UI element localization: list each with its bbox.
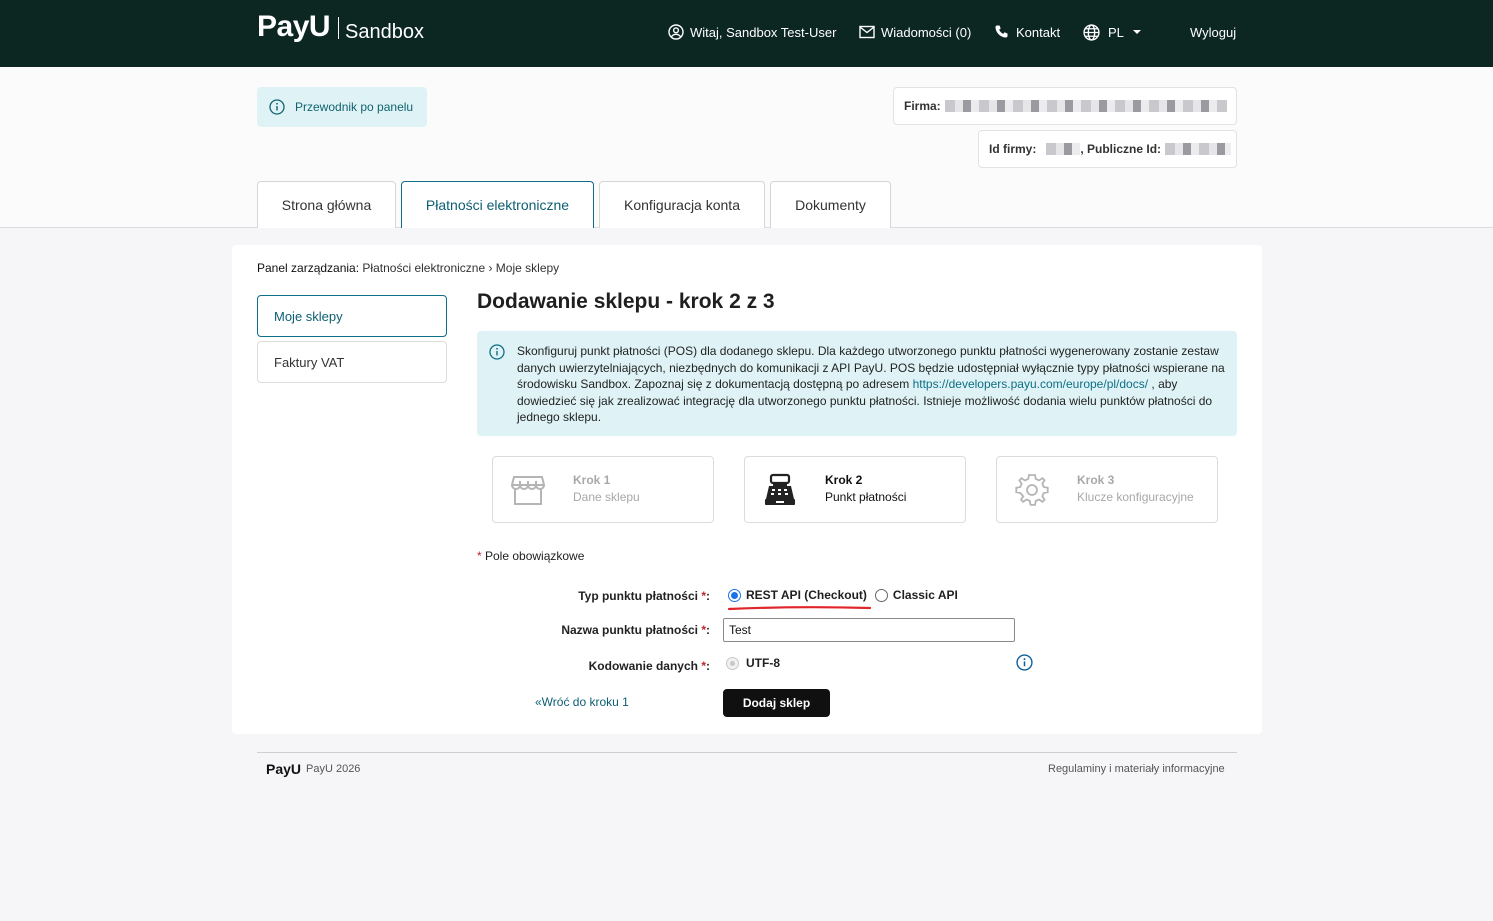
required-fields-note: * Pole obowiązkowe bbox=[477, 549, 584, 563]
user-circle-icon bbox=[668, 24, 684, 40]
company-name-box: Firma: bbox=[893, 87, 1237, 125]
language-selector[interactable]: PL bbox=[1083, 22, 1148, 42]
label-colon: : bbox=[706, 589, 710, 603]
step-2-card: Krok 2 Punkt płatności bbox=[744, 456, 966, 523]
breadcrumb-path[interactable]: Płatności elektroniczne › Moje sklepy bbox=[359, 261, 559, 275]
breadcrumb: Panel zarządzania: Płatności elektronicz… bbox=[257, 261, 559, 275]
logo-separator bbox=[338, 17, 340, 39]
contact-text: Kontakt bbox=[1016, 24, 1061, 40]
logout-link[interactable]: Wyloguj bbox=[1190, 22, 1236, 42]
footer-payu-logo: PayU bbox=[266, 761, 302, 777]
user-welcome[interactable]: Witaj, Sandbox Test-User bbox=[668, 22, 836, 42]
encoding-label: Kodowanie danych *: bbox=[532, 659, 710, 673]
step-3-subtitle: Klucze konfiguracyjne bbox=[1077, 490, 1194, 504]
tab-account-configuration[interactable]: Konfiguracja konta bbox=[599, 181, 765, 228]
company-id-label: Id firmy: bbox=[989, 142, 1037, 156]
sidebar-item-my-shops[interactable]: Moje sklepy bbox=[257, 295, 447, 337]
step-1-subtitle: Dane sklepu bbox=[573, 490, 640, 504]
radio-classic-api-label[interactable]: Classic API bbox=[893, 588, 958, 602]
company-id-redacted bbox=[1046, 143, 1081, 155]
developers-docs-link[interactable]: https://developers.payu.com/europe/pl/do… bbox=[913, 377, 1148, 391]
step-3-card: Krok 3 Klucze konfiguracyjne bbox=[996, 456, 1218, 523]
store-icon bbox=[511, 476, 545, 505]
tab-documents[interactable]: Dokumenty bbox=[770, 181, 891, 228]
main-content-card: Panel zarządzania: Płatności elektronicz… bbox=[232, 245, 1262, 734]
encoding-label-text: Kodowanie danych bbox=[588, 659, 702, 673]
required-note-text: Pole obowiązkowe bbox=[481, 549, 585, 563]
panel-guide-button[interactable]: Przewodnik po panelu bbox=[257, 87, 427, 127]
page-title: Dodawanie sklepu - krok 2 z 3 bbox=[477, 290, 775, 313]
payu-logo-text: PayU bbox=[257, 10, 331, 43]
public-id-label: , Publiczne Id: bbox=[1080, 142, 1162, 156]
breadcrumb-lead: Panel zarządzania: bbox=[257, 261, 360, 275]
main-tabs: Strona główna Płatności elektroniczne Ko… bbox=[257, 181, 896, 228]
info-icon bbox=[269, 99, 285, 115]
envelope-icon bbox=[859, 25, 875, 39]
panel-guide-label: Przewodnik po panelu bbox=[295, 100, 414, 114]
radio-utf8-label: UTF-8 bbox=[746, 656, 780, 670]
tab-electronic-payments[interactable]: Płatności elektroniczne bbox=[401, 181, 594, 228]
pos-name-input[interactable] bbox=[723, 618, 1015, 642]
company-label: Firma: bbox=[904, 99, 941, 113]
payu-sandbox-logo[interactable]: PayU Sandbox bbox=[257, 10, 424, 44]
chevron-down-icon bbox=[1132, 30, 1141, 34]
messages-link[interactable]: Wiadomości (0) bbox=[859, 22, 971, 42]
pos-name-label: Nazwa punktu płatności *: bbox=[532, 623, 710, 637]
public-id-redacted bbox=[1165, 143, 1232, 155]
footer-divider bbox=[257, 752, 1237, 753]
logout-text: Wyloguj bbox=[1190, 24, 1237, 40]
red-underline-annotation bbox=[728, 606, 871, 611]
step-1-card: Krok 1 Dane sklepu bbox=[492, 456, 714, 523]
cash-register-icon bbox=[765, 473, 795, 505]
back-to-step-1-link[interactable]: «Wróć do kroku 1 bbox=[535, 695, 629, 709]
radio-rest-api-label[interactable]: REST API (Checkout) bbox=[746, 588, 867, 602]
encoding-info-icon[interactable] bbox=[1016, 654, 1033, 671]
gear-icon bbox=[1015, 474, 1049, 506]
company-ids-box: Id firmy: , Publiczne Id: bbox=[978, 130, 1237, 168]
contact-link[interactable]: Kontakt bbox=[994, 22, 1060, 42]
sandbox-label: Sandbox bbox=[345, 21, 425, 43]
pos-type-radio-group: REST API (Checkout) Classic API bbox=[728, 588, 958, 602]
step-1-title: Krok 1 bbox=[573, 473, 611, 487]
company-name-redacted bbox=[944, 100, 1227, 112]
sidebar-item-vat-invoices[interactable]: Faktury VAT bbox=[257, 341, 447, 383]
add-shop-button[interactable]: Dodaj sklep bbox=[723, 689, 830, 717]
radio-classic-api[interactable] bbox=[874, 588, 888, 602]
info-icon bbox=[489, 344, 505, 360]
configuration-notice: Skonfiguruj punkt płatności (POS) dla do… bbox=[477, 331, 1237, 436]
welcome-text: Witaj, Sandbox Test-User bbox=[690, 24, 837, 40]
step-3-title: Krok 3 bbox=[1077, 473, 1115, 487]
footer-copyright: PayU 2026 bbox=[306, 763, 361, 775]
pos-name-label-text: Nazwa punktu płatności bbox=[561, 623, 702, 637]
dashboard-top-area: Przewodnik po panelu Firma: Id firmy: , … bbox=[0, 67, 1493, 228]
label-colon: : bbox=[706, 623, 710, 637]
tab-home[interactable]: Strona główna bbox=[257, 181, 396, 228]
footer-terms-link[interactable]: Regulaminy i materiały informacyjne bbox=[1048, 763, 1225, 775]
top-navigation-bar: PayU Sandbox Witaj, Sandbox Test-User Wi… bbox=[0, 0, 1493, 67]
language-code: PL bbox=[1108, 24, 1124, 40]
step-2-subtitle: Punkt płatności bbox=[825, 490, 907, 504]
pos-type-label: Typ punktu płatności *: bbox=[532, 589, 710, 603]
phone-icon bbox=[995, 25, 1008, 38]
step-2-title: Krok 2 bbox=[825, 473, 863, 487]
label-colon: : bbox=[706, 659, 710, 673]
pos-type-label-text: Typ punktu płatności bbox=[578, 589, 702, 603]
radio-rest-api[interactable] bbox=[728, 588, 741, 602]
radio-utf8 bbox=[726, 656, 739, 670]
messages-text: Wiadomości (0) bbox=[881, 24, 972, 40]
globe-icon bbox=[1083, 23, 1100, 41]
encoding-radio-group: UTF-8 bbox=[726, 656, 780, 670]
